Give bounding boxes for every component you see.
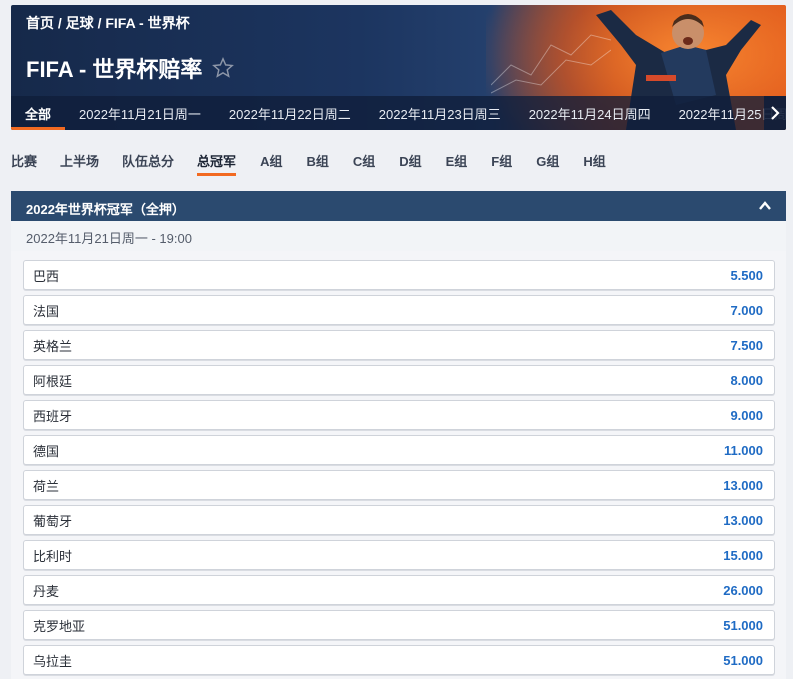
section-title: 2022年世界杯冠军（全押） [26, 202, 185, 217]
odds-row[interactable]: 葡萄牙 13.000 [23, 505, 775, 535]
team-name: 德国 [33, 443, 60, 459]
team-name: 阿根廷 [33, 373, 73, 389]
odds-value: 11.000 [723, 442, 763, 458]
odds-value: 51.000 [723, 652, 763, 668]
chevron-right-icon [771, 106, 780, 120]
odds-value: 26.000 [723, 582, 763, 598]
odds-value: 13.000 [723, 512, 763, 528]
tab-group-h[interactable]: H组 [583, 148, 605, 178]
odds-value: 15.000 [723, 547, 763, 563]
date-tab[interactable]: 2022年11月24日周四 [515, 96, 665, 130]
team-name: 巴西 [33, 268, 60, 284]
date-tab-all[interactable]: 全部 [11, 96, 66, 130]
page-title: FIFA - 世界杯赔率 [26, 57, 203, 82]
team-name: 葡萄牙 [33, 513, 73, 529]
odds-row[interactable]: 克罗地亚 51.000 [23, 610, 775, 640]
breadcrumb-football[interactable]: 足球 [66, 13, 94, 33]
odds-list: 巴西 5.500 法国 7.000 英格兰 7.500 阿根廷 8.000 西班牙 9.0… [11, 251, 786, 679]
team-name: 克罗地亚 [33, 618, 86, 634]
breadcrumb-separator: / [57, 15, 62, 31]
chevron-up-icon[interactable] [758, 199, 772, 213]
team-name: 比利时 [33, 548, 73, 564]
odds-row[interactable]: 德国 11.000 [23, 435, 775, 465]
category-tabs: 比赛 上半场 队伍总分 总冠军 A组 B组 C组 D组 E组 F组 G组 H组 [11, 148, 606, 178]
tab-matches[interactable]: 比赛 [11, 148, 37, 178]
tab-group-c[interactable]: C组 [353, 148, 375, 178]
tab-outright[interactable]: 总冠军 [197, 148, 237, 178]
odds-row[interactable]: 荷兰 13.000 [23, 470, 775, 500]
odds-row[interactable]: 西班牙 9.000 [23, 400, 775, 430]
odds-value: 7.500 [730, 337, 763, 353]
tab-group-e[interactable]: E组 [446, 148, 468, 178]
date-tab[interactable]: 2022年11月22日周二 [215, 96, 365, 130]
team-name: 英格兰 [33, 338, 73, 354]
breadcrumb-separator: / [97, 15, 102, 31]
odds-value: 13.000 [723, 477, 763, 493]
page-title-wrap: FIFA - 世界杯赔率 [26, 52, 235, 84]
tab-group-d[interactable]: D组 [399, 148, 421, 178]
odds-value: 9.000 [730, 407, 763, 423]
date-tab[interactable]: 2022年11月21日周一 [65, 96, 215, 130]
odds-value: 5.500 [730, 267, 763, 283]
date-scroll-next-button[interactable] [764, 96, 786, 130]
tab-group-b[interactable]: B组 [306, 148, 328, 178]
section-header[interactable]: 2022年世界杯冠军（全押） [11, 191, 786, 221]
team-name: 荷兰 [33, 478, 60, 494]
team-name: 法国 [33, 303, 60, 319]
tab-group-a[interactable]: A组 [260, 148, 282, 178]
hero-banner: 首页 / 足球 / FIFA - 世界杯 FIFA - 世界杯赔率 全部 202… [11, 5, 786, 130]
breadcrumb: 首页 / 足球 / FIFA - 世界杯 [26, 13, 190, 33]
odds-row[interactable]: 法国 7.000 [23, 295, 775, 325]
team-name: 乌拉圭 [33, 653, 73, 669]
tab-group-f[interactable]: F组 [491, 148, 512, 178]
tab-team-totals[interactable]: 队伍总分 [122, 148, 174, 178]
odds-row[interactable]: 丹麦 26.000 [23, 575, 775, 605]
event-datetime: 2022年11月21日周一 - 19:00 [11, 221, 786, 251]
star-icon[interactable] [212, 57, 235, 79]
team-name: 西班牙 [33, 408, 73, 424]
odds-value: 51.000 [723, 617, 763, 633]
breadcrumb-home[interactable]: 首页 [26, 13, 54, 33]
tab-group-g[interactable]: G组 [536, 148, 559, 178]
odds-value: 7.000 [730, 302, 763, 318]
tab-first-half[interactable]: 上半场 [60, 148, 99, 178]
odds-row[interactable]: 乌拉圭 51.000 [23, 645, 775, 675]
odds-row[interactable]: 阿根廷 8.000 [23, 365, 775, 395]
odds-row[interactable]: 巴西 5.500 [23, 260, 775, 290]
team-name: 丹麦 [33, 583, 60, 599]
date-tab[interactable]: 2022年11月23日周三 [365, 96, 515, 130]
breadcrumb-current: FIFA - 世界杯 [105, 15, 190, 31]
odds-value: 8.000 [730, 372, 763, 388]
odds-row[interactable]: 英格兰 7.500 [23, 330, 775, 360]
odds-row[interactable]: 比利时 15.000 [23, 540, 775, 570]
date-tabs: 全部 2022年11月21日周一 2022年11月22日周二 2022年11月2… [11, 96, 786, 130]
